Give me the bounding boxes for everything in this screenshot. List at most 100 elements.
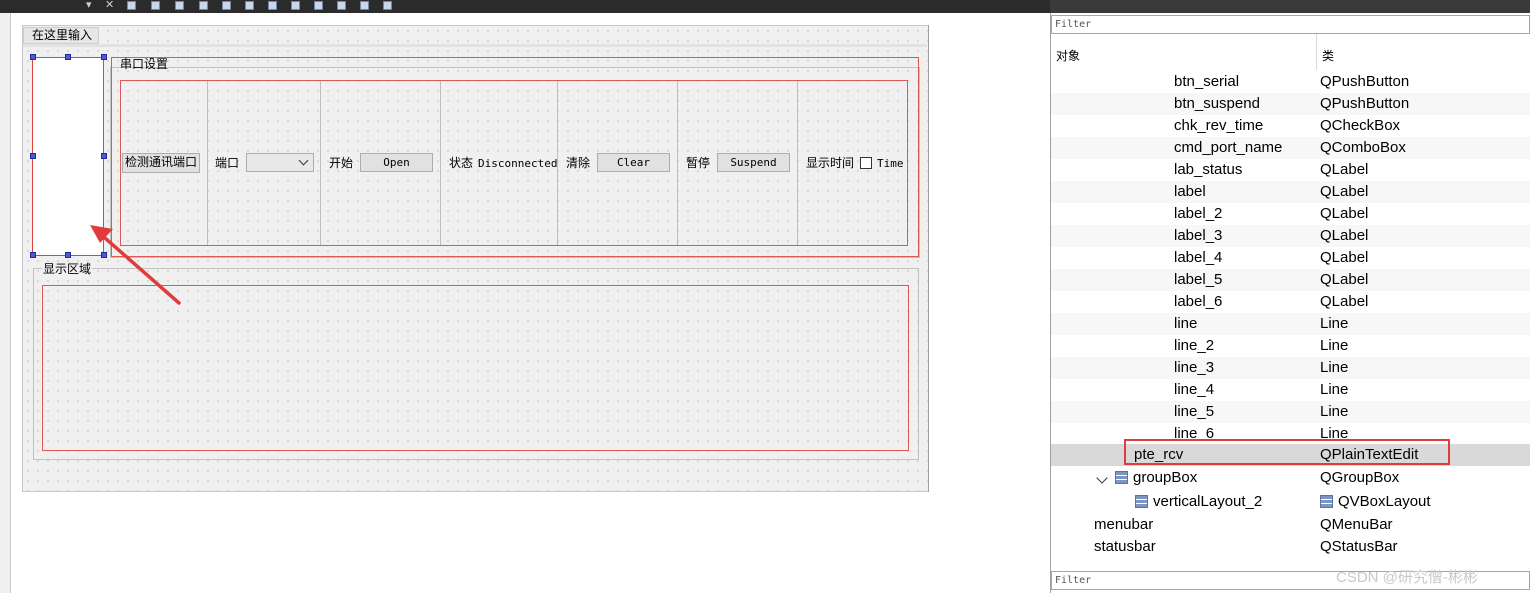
tree-row[interactable]: label_6 QLabel xyxy=(1051,291,1530,313)
column-header-object[interactable]: 对象 xyxy=(1056,47,1080,64)
tree-row-name: label_3 xyxy=(1174,227,1223,244)
tree-row-class: QLabel xyxy=(1320,183,1369,200)
detect-port-button[interactable]: 检测通讯端口 xyxy=(122,153,200,173)
tree-row-name: btn_serial xyxy=(1174,73,1240,90)
tree-row-name: btn_suspend xyxy=(1174,95,1260,112)
tool-edit-tab-order-icon[interactable] xyxy=(199,1,208,10)
tree-row-menubar[interactable]: menubar QMenuBar xyxy=(1051,514,1530,536)
vboxlayout-icon xyxy=(1320,495,1333,508)
annotation-arrow-icon xyxy=(90,225,181,305)
annotation-highlight-box xyxy=(1124,439,1450,465)
resize-handle[interactable] xyxy=(65,54,71,60)
layout-icon xyxy=(1135,495,1148,508)
tree-row[interactable]: line_3 Line xyxy=(1051,357,1530,379)
tree-row-name: statusbar xyxy=(1094,538,1156,555)
dropdown-arrow-icon[interactable]: ▾ xyxy=(86,0,92,12)
show-time-label: 显示时间 xyxy=(806,156,855,170)
tree-row-class: Line xyxy=(1320,315,1349,332)
menubar-area xyxy=(23,44,927,47)
tree-row[interactable]: cmd_port_name QComboBox xyxy=(1051,137,1530,159)
tree-row-name: line_4 xyxy=(1174,381,1215,398)
tree-row[interactable]: label_4 QLabel xyxy=(1051,247,1530,269)
status-value: Disconnected xyxy=(478,157,558,170)
tree-row[interactable]: btn_serial QPushButton xyxy=(1051,71,1530,93)
resize-handle[interactable] xyxy=(101,54,107,60)
tree-row-class: QLabel xyxy=(1320,249,1369,266)
menubar-type-here[interactable]: 在这里输入 xyxy=(23,27,99,44)
layout-splitter-v-icon[interactable] xyxy=(291,1,300,10)
adjust-size-icon[interactable] xyxy=(383,1,392,10)
resize-handle[interactable] xyxy=(30,153,36,159)
tool-edit-buddies-icon[interactable] xyxy=(175,1,184,10)
tree-row[interactable]: line_4 Line xyxy=(1051,379,1530,401)
tree-row-name: line xyxy=(1174,315,1198,332)
tree-row-class: Line xyxy=(1320,403,1349,420)
resize-handle[interactable] xyxy=(65,252,71,258)
tree-row-vlayout[interactable]: verticalLayout_2 QVBoxLayout xyxy=(1051,491,1530,513)
tree-row[interactable]: lab_status QLabel xyxy=(1051,159,1530,181)
tree-row-class: QLabel xyxy=(1320,205,1369,222)
break-layout-icon[interactable] xyxy=(360,1,369,10)
tree-row-name: chk_rev_time xyxy=(1174,117,1264,134)
expand-chevron-icon[interactable] xyxy=(1096,467,1108,489)
tree-row-class: QLabel xyxy=(1320,293,1369,310)
tree-row[interactable]: label_3 QLabel xyxy=(1051,225,1530,247)
inspector-header xyxy=(1051,34,1530,70)
resize-handle[interactable] xyxy=(101,153,107,159)
open-button[interactable]: Open xyxy=(360,153,433,172)
layout-horizontal-icon[interactable] xyxy=(222,1,231,10)
time-checkbox[interactable] xyxy=(860,157,872,169)
port-combobox[interactable] xyxy=(246,153,314,172)
tree-row[interactable]: label QLabel xyxy=(1051,181,1530,203)
tree-row-name: verticalLayout_2 xyxy=(1135,491,1262,513)
layout-vertical-icon[interactable] xyxy=(245,1,254,10)
tree-row-class: Line xyxy=(1320,337,1349,354)
line-separator xyxy=(207,81,208,245)
line-separator xyxy=(440,81,441,245)
tree-row-name: lab_status xyxy=(1174,161,1243,178)
tree-row[interactable]: line Line xyxy=(1051,313,1530,335)
resize-handle[interactable] xyxy=(30,252,36,258)
tool-edit-signals-icon[interactable] xyxy=(151,1,160,10)
tree-row[interactable]: chk_rev_time QCheckBox xyxy=(1051,115,1530,137)
tree-row[interactable]: label_2 QLabel xyxy=(1051,203,1530,225)
tree-row-groupbox[interactable]: groupBox QGroupBox xyxy=(1051,467,1530,489)
time-checkbox-label: Time xyxy=(877,157,904,170)
layout-splitter-h-icon[interactable] xyxy=(268,1,277,10)
designer-toolbar: ▾ ✕ xyxy=(0,0,1050,13)
toolbar-right-area xyxy=(1050,0,1530,13)
line-separator xyxy=(797,81,798,245)
tree-row[interactable]: btn_suspend QPushButton xyxy=(1051,93,1530,115)
close-icon[interactable]: ✕ xyxy=(105,0,114,12)
tree-row-class: QCheckBox xyxy=(1320,117,1401,134)
clear-label: 清除 xyxy=(566,156,591,170)
clear-button[interactable]: Clear xyxy=(597,153,670,172)
tree-row-class: QLabel xyxy=(1320,227,1369,244)
layout-grid-icon[interactable] xyxy=(337,1,346,10)
tree-row-statusbar[interactable]: statusbar QStatusBar xyxy=(1051,536,1530,558)
pause-label: 暂停 xyxy=(686,156,711,170)
tree-row-name: cmd_port_name xyxy=(1174,139,1283,156)
tree-row[interactable]: line_5 Line xyxy=(1051,401,1530,423)
tree-row-name: label xyxy=(1174,183,1206,200)
left-gutter xyxy=(0,13,11,593)
tree-row-class: QLabel xyxy=(1320,271,1369,288)
tree-row[interactable]: label_5 QLabel xyxy=(1051,269,1530,291)
start-label: 开始 xyxy=(329,156,354,170)
column-header-class[interactable]: 类 xyxy=(1322,47,1334,64)
tree-row-name: label_4 xyxy=(1174,249,1223,266)
tree-row-class: QMenuBar xyxy=(1320,516,1393,533)
tree-row-name: groupBox xyxy=(1115,467,1197,489)
header-separator xyxy=(1316,34,1317,70)
tree-row-class: QVBoxLayout xyxy=(1320,491,1431,513)
groupbox-icon xyxy=(1115,471,1128,484)
layout-form-icon[interactable] xyxy=(314,1,323,10)
vlayout-class: QVBoxLayout xyxy=(1338,493,1431,510)
suspend-button[interactable]: Suspend xyxy=(717,153,790,172)
inspector-filter-input[interactable]: Filter xyxy=(1051,15,1530,34)
tree-row-class: QLabel xyxy=(1320,161,1369,178)
resize-handle[interactable] xyxy=(30,54,36,60)
tool-edit-widgets-icon[interactable] xyxy=(127,1,136,10)
tree-row[interactable]: line_2 Line xyxy=(1051,335,1530,357)
status-label: 状态 xyxy=(449,156,474,170)
